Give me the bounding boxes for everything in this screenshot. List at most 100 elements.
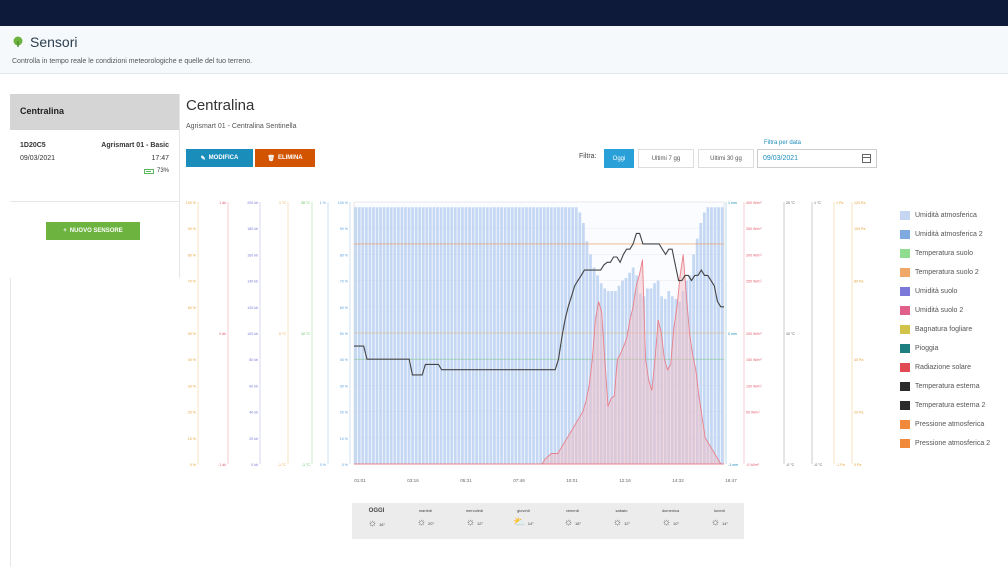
forecast-day-label: sabato xyxy=(615,508,628,513)
filter-30-days-button[interactable]: Ultimi 30 gg xyxy=(698,149,754,168)
legend-swatch xyxy=(900,401,910,410)
humidity-bar xyxy=(503,207,507,465)
calendar-icon[interactable] xyxy=(862,154,871,163)
sensor-date: 09/03/2021 xyxy=(20,155,56,162)
legend-swatch xyxy=(900,268,910,277)
delete-label: ELIMINA xyxy=(277,155,303,161)
left-axis-tick-label: 60 kb xyxy=(249,384,258,388)
left-axis-tick-label: 90 % xyxy=(188,227,197,231)
humidity-bar xyxy=(411,207,414,465)
right-axis-tick-label: 250 W/m² xyxy=(746,280,762,284)
left-axis-tick-label: 10 % xyxy=(340,437,349,441)
humidity-bar xyxy=(461,207,464,465)
sun-icon: ☼ xyxy=(465,517,476,528)
sidebar-heading[interactable]: Centralina xyxy=(10,94,179,130)
page-header: Sensori Controlla in tempo reale le cond… xyxy=(0,26,1008,74)
legend-item[interactable]: Umidità suolo xyxy=(900,282,1008,301)
chart-legend: Umidità atmosferica Umidità atmosferica 2… xyxy=(900,206,1008,453)
left-axis-tick-label: 80 % xyxy=(340,253,349,257)
humidity-bar xyxy=(453,207,457,465)
right-axis-tick-label: 150 W/m² xyxy=(746,358,762,362)
page-subtitle: Controlla in tempo reale le condizioni m… xyxy=(12,58,253,65)
left-axis-tick-label: 20 kb xyxy=(249,437,258,441)
humidity-bar xyxy=(535,207,539,465)
forecast-day: domenica ☼ 10° xyxy=(646,503,695,539)
humidity-bar xyxy=(478,207,482,465)
humidity-bar xyxy=(407,207,411,465)
legend-item[interactable]: Umidità atmosferica 2 xyxy=(900,225,1008,244)
legend-item[interactable]: Pressione atmosferica xyxy=(900,415,1008,434)
right-axis-tick-label: 400 W/m² xyxy=(746,201,762,205)
left-axis-tick-label: 100 kb xyxy=(247,332,258,336)
humidity-bar xyxy=(532,207,535,465)
pencil-icon: ✎ xyxy=(200,155,206,162)
humidity-bar xyxy=(400,207,404,465)
legend-item[interactable]: Pressione atmosferica 2 xyxy=(900,434,1008,453)
page-title: Sensori xyxy=(12,34,77,50)
forecast-day: martedì ☼ 20° xyxy=(401,503,450,539)
left-axis-tick-label: 0 kb xyxy=(251,463,258,467)
forecast-temperature: 10° xyxy=(673,520,680,526)
sensor-card[interactable]: 1D20C5 Agrismart 01 - Basic 09/03/2021 1… xyxy=(10,130,179,202)
forecast-temperature: 12° xyxy=(477,520,484,526)
legend-label: Umidità suolo xyxy=(915,288,958,295)
forecast-details: ☼ 12° xyxy=(613,518,630,528)
humidity-bar xyxy=(457,207,461,465)
legend-item[interactable]: Umidità suolo 2 xyxy=(900,301,1008,320)
humidity-bar xyxy=(507,207,511,465)
humidity-bar xyxy=(386,207,390,465)
left-axis-tick-label: 30 % xyxy=(340,384,349,388)
humidity-bar xyxy=(357,207,361,465)
content-divider xyxy=(10,278,11,567)
right-axis-tick-label: -0 W/m² xyxy=(746,463,760,467)
left-axis-tick-label: 200 kb xyxy=(247,201,258,205)
left-axis-tick-label: 70 % xyxy=(188,280,197,284)
humidity-bar xyxy=(496,207,500,465)
legend-item[interactable]: Temperatura esterna xyxy=(900,377,1008,396)
humidity-bar xyxy=(379,207,382,465)
legend-item[interactable]: Pioggia xyxy=(900,339,1008,358)
filter-7-days-button[interactable]: Ultimi 7 gg xyxy=(638,149,694,168)
new-sensor-label: NUOVO SENSORE xyxy=(69,228,123,234)
humidity-bar xyxy=(549,207,553,465)
station-subtitle: Agrismart 01 - Centralina Sentinella xyxy=(186,123,297,130)
humidity-bar xyxy=(514,207,518,465)
humidity-bar xyxy=(706,207,710,465)
humidity-bar xyxy=(567,207,571,465)
right-axis-tick-label: 40 Pa xyxy=(854,358,863,362)
humidity-bar xyxy=(525,207,528,465)
legend-item[interactable]: Temperatura suolo 2 xyxy=(900,263,1008,282)
legend-swatch xyxy=(900,287,910,296)
legend-swatch xyxy=(900,382,910,391)
forecast-day-label: venerdì xyxy=(565,508,580,513)
sun-icon: ☼ xyxy=(612,517,623,528)
forecast-day-label: martedì xyxy=(418,508,433,513)
right-axis-tick-label: 100 Pa xyxy=(854,227,865,231)
left-axis-tick-label: 10 % xyxy=(188,437,197,441)
legend-item[interactable]: Umidità atmosferica xyxy=(900,206,1008,225)
sun-icon: ☼ xyxy=(661,517,672,528)
plus-icon: + xyxy=(63,228,67,234)
sun-icon: ☼ xyxy=(710,517,721,528)
legend-swatch xyxy=(900,249,910,258)
date-value: 09/03/2021 xyxy=(763,155,799,162)
new-sensor-button[interactable]: + NUOVO SENSORE xyxy=(46,222,140,240)
legend-item[interactable]: Radiazione solare xyxy=(900,358,1008,377)
right-axis-tick-label: 1 mm xyxy=(728,201,737,205)
forecast-day-label: mercoledì xyxy=(465,508,484,513)
humidity-bar xyxy=(439,207,443,465)
date-filter-input[interactable]: 09/03/2021 xyxy=(757,149,877,168)
sensor-id: 1D20C5 xyxy=(20,142,46,149)
delete-button[interactable]: 🗑 ELIMINA xyxy=(255,149,315,167)
left-axis-tick-label: 20 % xyxy=(340,411,349,415)
legend-label: Temperatura esterna xyxy=(915,383,980,390)
forecast-temperature: 14° xyxy=(722,520,729,526)
battery-status: 73% xyxy=(20,165,169,178)
right-axis-tick-label: 20 °C xyxy=(786,201,795,205)
legend-item[interactable]: Bagnatura fogliare xyxy=(900,320,1008,339)
humidity-bar xyxy=(471,207,475,465)
edit-button[interactable]: ✎ MODIFICA xyxy=(186,149,253,167)
filter-today-button[interactable]: Oggi xyxy=(604,149,634,168)
legend-item[interactable]: Temperatura esterna 2 xyxy=(900,396,1008,415)
legend-item[interactable]: Temperatura suolo xyxy=(900,244,1008,263)
